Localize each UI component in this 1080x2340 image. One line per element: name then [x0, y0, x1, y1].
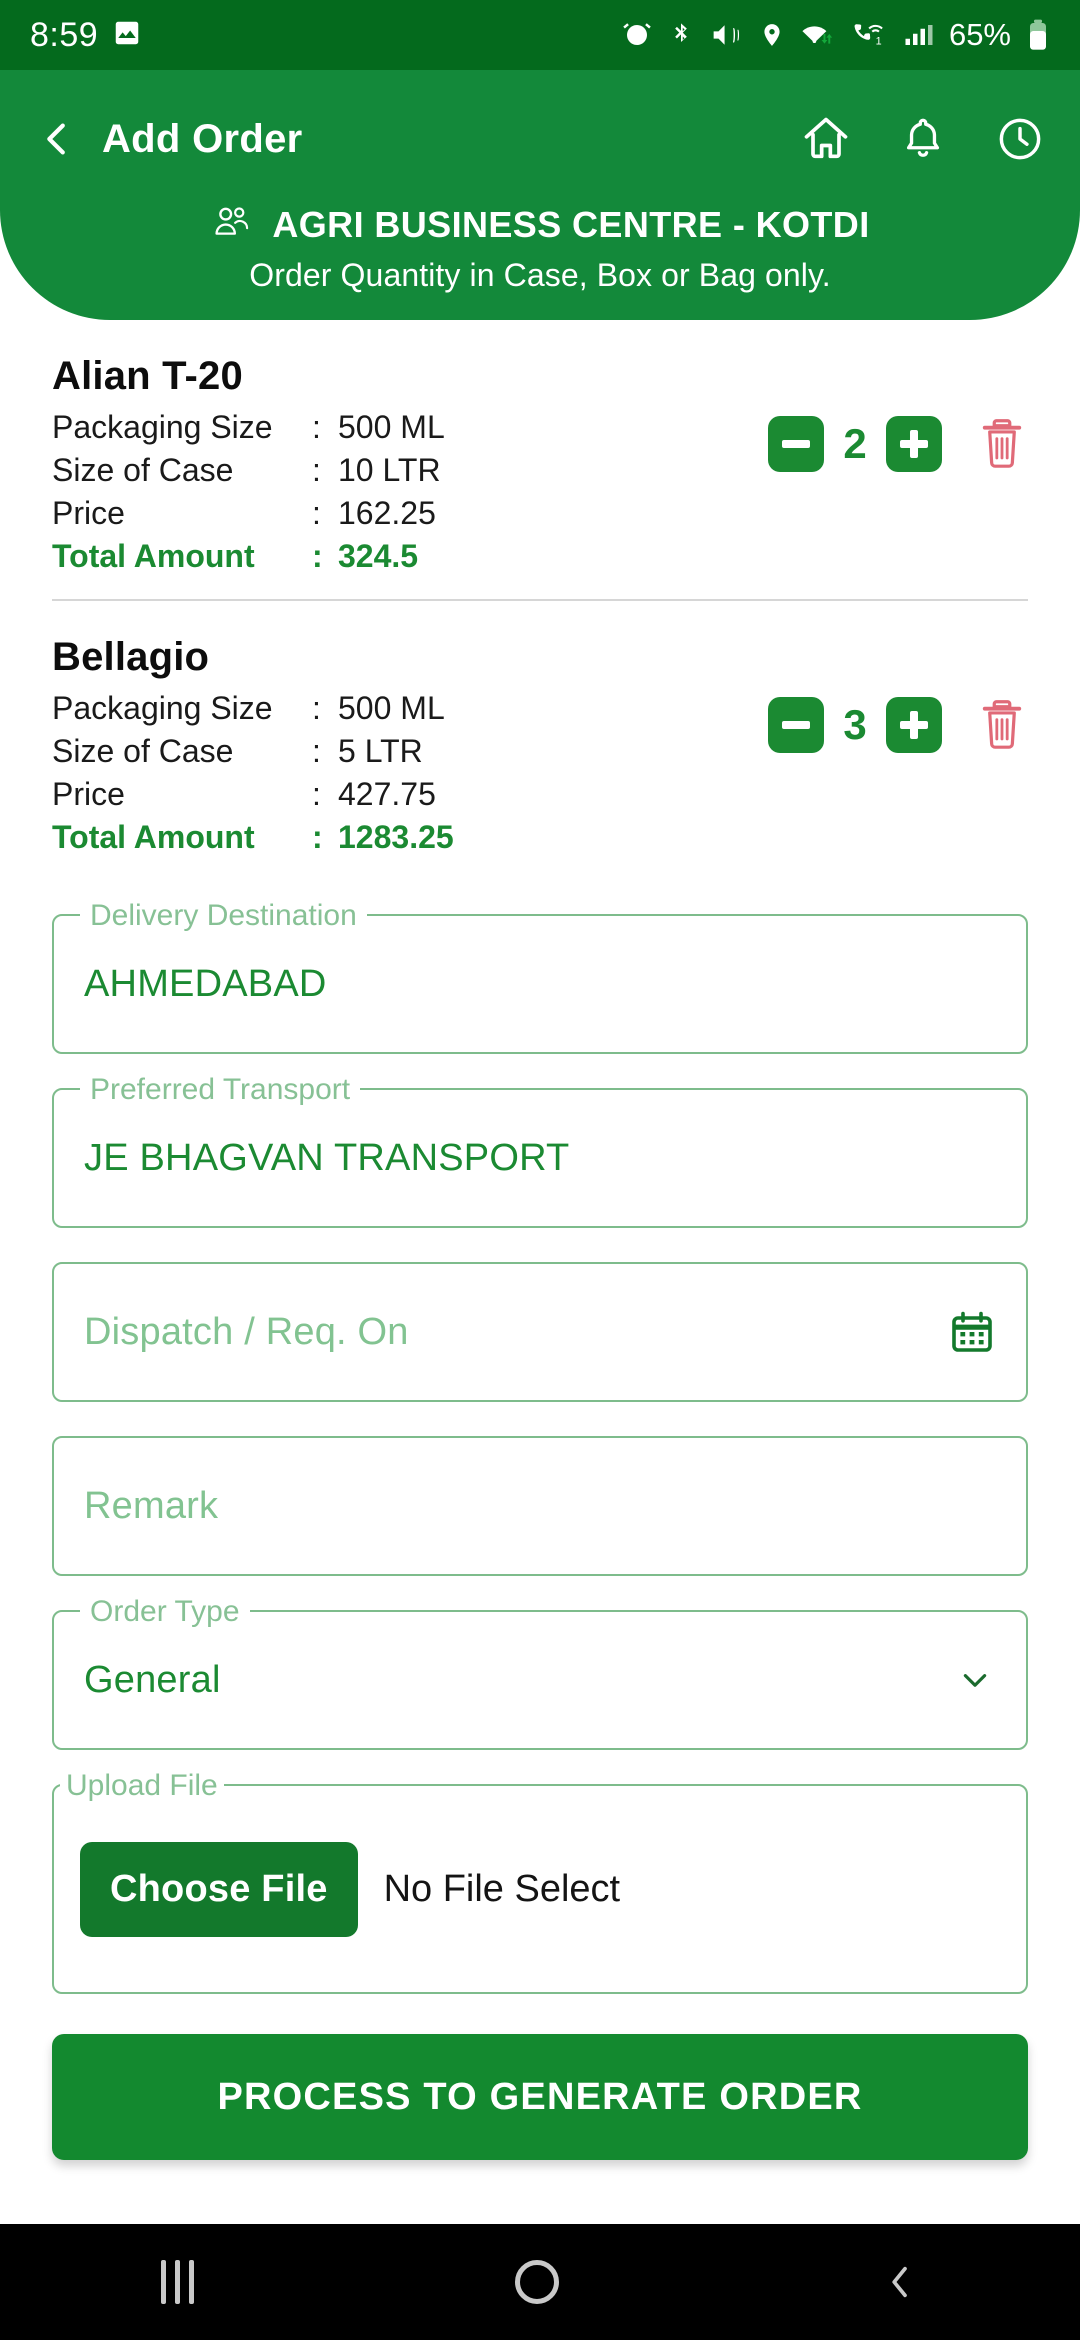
packaging-size-value: 500 ML [338, 690, 445, 726]
group-people-icon [210, 202, 254, 247]
colon: : [312, 452, 321, 488]
colon: : [312, 409, 321, 445]
size-of-case-label: Size of Case [52, 733, 234, 769]
status-bar: 8:59 1 65% [0, 0, 1080, 70]
product-name: Bellagio [52, 635, 210, 679]
table-row: Bellagio Packaging Size : 500 ML Size of… [52, 601, 1028, 880]
product-specs: Packaging Size : 500 ML Size of Case : 5… [52, 690, 768, 856]
back-icon[interactable] [880, 2258, 920, 2306]
colon: : [312, 690, 321, 726]
android-nav-bar [0, 2224, 1080, 2340]
remark-field[interactable]: Remark [52, 1436, 1028, 1576]
bluetooth-icon [667, 20, 695, 50]
price-label: Price [52, 495, 125, 531]
colon: : [312, 495, 321, 531]
colon: : [312, 538, 323, 574]
signal-bars-icon [902, 20, 934, 50]
price-value: 162.25 [338, 495, 436, 531]
packaging-size-value: 500 ML [338, 409, 445, 445]
size-of-case-value: 5 LTR [338, 733, 423, 769]
size-of-case-value: 10 LTR [338, 452, 441, 488]
decrease-quantity-button[interactable] [768, 697, 824, 753]
increase-quantity-button[interactable] [886, 697, 942, 753]
battery-percent-label: 65% [948, 17, 1011, 52]
preferred-transport-value: JE BHAGVAN TRANSPORT [84, 1136, 570, 1179]
order-type-label: Order Type [80, 1590, 250, 1634]
total-amount-value: 324.5 [338, 538, 419, 574]
choose-file-button[interactable]: Choose File [80, 1841, 358, 1937]
app-header: Add Order AGRI BUSINESS CENTRE - KOTDI O… [0, 70, 1080, 320]
total-amount-label: Total Amount [52, 538, 255, 574]
chevron-down-icon[interactable] [954, 1659, 996, 1701]
quantity-stepper: 3 [768, 635, 1028, 753]
upload-file-field: Upload File Choose File No File Select [52, 1764, 1028, 1994]
status-bar-clock: 8:59 [30, 15, 99, 54]
table-row: Alian T-20 Packaging Size : 500 ML Size … [52, 320, 1028, 599]
delivery-destination-value: AHMEDABAD [84, 962, 327, 1005]
decrease-quantity-button[interactable] [768, 416, 824, 472]
product-name: Alian T-20 [52, 354, 243, 398]
product-list: Alian T-20 Packaging Size : 500 ML Size … [0, 320, 1080, 880]
svg-text:1: 1 [876, 36, 882, 48]
app-bar-actions [800, 113, 1046, 165]
back-arrow-icon[interactable] [34, 116, 80, 162]
order-note: Order Quantity in Case, Box or Bag only. [249, 257, 831, 293]
price-label: Price [52, 776, 125, 812]
centre-name: AGRI BUSINESS CENTRE - KOTDI [272, 203, 870, 245]
dispatch-date-placeholder: Dispatch / Req. On [84, 1310, 409, 1353]
order-type-field[interactable]: Order Type General [52, 1590, 1028, 1750]
file-status-text: No File Select [383, 1867, 621, 1910]
product-specs: Packaging Size : 500 ML Size of Case : 1… [52, 409, 768, 575]
delivery-destination-field[interactable]: Delivery Destination AHMEDABAD [52, 894, 1028, 1054]
upload-file-label: Upload File [60, 1764, 224, 1808]
wifi-transfer-icon [800, 20, 836, 50]
price-value: 427.75 [338, 776, 436, 812]
home-icon[interactable] [514, 2260, 559, 2304]
packaging-size-label: Packaging Size [52, 690, 273, 726]
bell-icon[interactable] [898, 114, 948, 164]
page-title: Add Order [102, 116, 303, 161]
colon: : [312, 733, 321, 769]
total-amount-label: Total Amount [52, 819, 255, 855]
status-bar-left: 8:59 [30, 16, 142, 55]
quantity-value: 3 [843, 701, 867, 748]
home-icon[interactable] [800, 113, 852, 165]
dispatch-date-field[interactable]: Dispatch / Req. On [52, 1262, 1028, 1402]
preferred-transport-field[interactable]: Preferred Transport JE BHAGVAN TRANSPORT [52, 1068, 1028, 1228]
quantity-value: 2 [843, 420, 867, 467]
quantity-stepper: 2 [768, 354, 1028, 472]
battery-icon [1026, 19, 1050, 51]
calendar-icon[interactable] [948, 1308, 996, 1356]
product-info: Alian T-20 Packaging Size : 500 ML Size … [52, 354, 768, 575]
delete-item-icon[interactable] [976, 697, 1028, 753]
packaging-size-label: Packaging Size [52, 409, 273, 445]
vibrate-mute-icon [710, 20, 744, 50]
recents-icon[interactable] [160, 2260, 194, 2304]
order-type-value: General [84, 1658, 221, 1701]
process-generate-order-button[interactable]: PROCESS TO GENERATE ORDER [52, 2034, 1028, 2160]
colon: : [312, 819, 323, 855]
location-icon [759, 20, 785, 50]
remark-placeholder: Remark [84, 1484, 219, 1527]
delete-item-icon[interactable] [976, 416, 1028, 472]
image-icon [112, 18, 142, 53]
total-amount-value: 1283.25 [338, 819, 454, 855]
increase-quantity-button[interactable] [886, 416, 942, 472]
centre-row: AGRI BUSINESS CENTRE - KOTDI [0, 202, 1080, 247]
history-clock-icon[interactable] [994, 113, 1046, 165]
delivery-destination-label: Delivery Destination [80, 894, 367, 938]
status-bar-right: 1 65% [622, 17, 1050, 53]
size-of-case-label: Size of Case [52, 452, 234, 488]
preferred-transport-label: Preferred Transport [80, 1068, 361, 1112]
product-info: Bellagio Packaging Size : 500 ML Size of… [52, 635, 768, 856]
order-form: Delivery Destination AHMEDABAD Preferred… [0, 880, 1080, 1994]
app-bar: Add Order [0, 96, 1080, 182]
colon: : [312, 776, 321, 812]
wifi-calling-icon: 1 [851, 20, 887, 50]
alarm-icon [622, 20, 652, 50]
